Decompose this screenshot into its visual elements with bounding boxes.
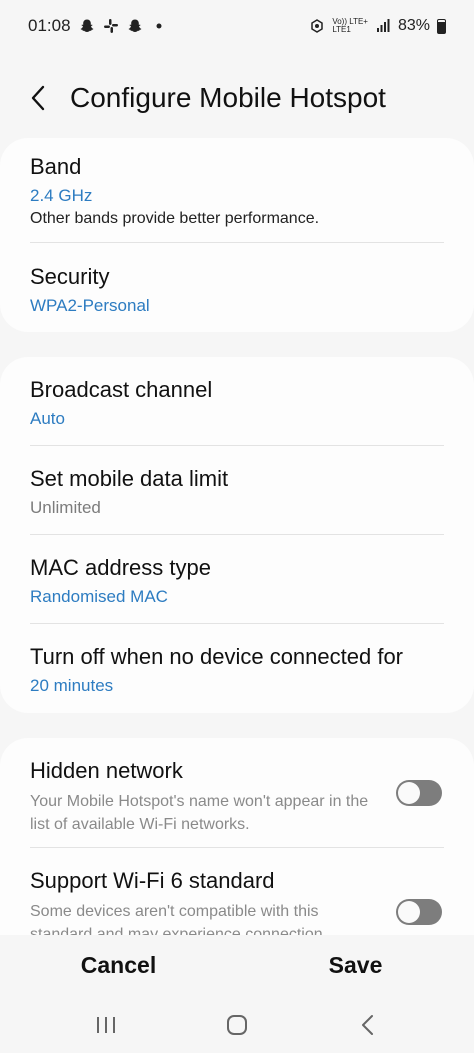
status-bar-right: Vo)) LTE+ LTE1 83% — [309, 17, 446, 35]
data-saver-icon — [311, 19, 324, 33]
setting-label: Broadcast channel — [30, 377, 213, 402]
back-button[interactable] — [8, 70, 68, 126]
action-bar: Cancel Save — [0, 935, 474, 995]
signal-icon — [376, 19, 390, 32]
setting-label: Band — [30, 154, 82, 179]
settings-card-advanced: Broadcast channel Auto Set mobile data l… — [0, 357, 474, 713]
chevron-left-icon — [31, 85, 45, 111]
setting-data-limit[interactable]: Set mobile data limit Unlimited — [30, 466, 444, 518]
save-button[interactable]: Save — [237, 952, 474, 979]
nav-back-button[interactable] — [338, 1005, 398, 1045]
page-title: Configure Mobile Hotspot — [70, 82, 386, 113]
status-bar-left: 01:08 — [28, 16, 167, 36]
setting-label: Support Wi-Fi 6 standard — [30, 868, 275, 893]
divider — [30, 847, 444, 848]
hidden-network-toggle[interactable] — [396, 780, 442, 806]
setting-label: Security — [30, 264, 110, 289]
setting-value: 2.4 GHz — [30, 186, 93, 205]
setting-value: Randomised MAC — [30, 587, 168, 606]
setting-band[interactable]: Band 2.4 GHz Other bands provide better … — [30, 154, 444, 228]
setting-broadcast-channel[interactable]: Broadcast channel Auto — [30, 377, 444, 429]
navigation-bar — [0, 996, 474, 1053]
setting-value: WPA2-Personal — [30, 296, 150, 315]
snapchat-icon — [80, 19, 93, 32]
back-icon — [362, 1014, 374, 1035]
setting-value: Auto — [30, 409, 65, 428]
status-bar: 01:08 Vo)) LTE+ LTE1 83% — [0, 0, 474, 52]
setting-description: Some devices aren't compatible with this… — [30, 903, 323, 935]
wifi6-toggle[interactable] — [396, 899, 442, 925]
recents-icon — [96, 1016, 115, 1033]
setting-label: Turn off when no device connected for — [30, 644, 404, 669]
setting-value: 20 minutes — [30, 676, 114, 695]
settings-card-network: Hidden network Your Mobile Hotspot's nam… — [0, 738, 474, 935]
setting-label: MAC address type — [30, 555, 211, 580]
battery-icon — [437, 18, 446, 34]
notification-dot-icon — [156, 23, 162, 29]
setting-description: Other bands provide better performance. — [30, 210, 320, 227]
setting-wifi6[interactable]: Support Wi-Fi 6 standard Some devices ar… — [30, 868, 374, 935]
home-button[interactable] — [207, 1005, 267, 1045]
divider — [30, 242, 444, 243]
setting-label: Set mobile data limit — [30, 466, 229, 491]
app-header: Configure Mobile Hotspot — [0, 70, 474, 126]
slack-icon — [103, 19, 118, 33]
divider — [30, 534, 444, 535]
divider — [30, 445, 444, 446]
recents-button[interactable] — [76, 1005, 136, 1045]
network-type-bottom: LTE1 — [332, 25, 351, 34]
home-icon — [226, 1014, 247, 1035]
cancel-button[interactable]: Cancel — [0, 952, 237, 979]
divider — [30, 623, 444, 624]
setting-mac-address[interactable]: MAC address type Randomised MAC — [30, 555, 444, 607]
setting-value: Unlimited — [30, 498, 101, 517]
setting-label: Hidden network — [30, 758, 183, 783]
setting-security[interactable]: Security WPA2-Personal — [30, 264, 444, 316]
settings-card-band-security: Band 2.4 GHz Other bands provide better … — [0, 138, 474, 332]
setting-description: Your Mobile Hotspot's name won't appear … — [30, 793, 369, 833]
battery-percent: 83% — [397, 17, 430, 34]
status-time: 01:08 — [28, 16, 71, 35]
network-type: Vo)) LTE+ LTE1 — [332, 18, 368, 34]
setting-turn-off[interactable]: Turn off when no device connected for 20… — [30, 644, 444, 696]
snapchat-icon — [128, 19, 141, 32]
setting-hidden-network[interactable]: Hidden network Your Mobile Hotspot's nam… — [30, 758, 374, 836]
